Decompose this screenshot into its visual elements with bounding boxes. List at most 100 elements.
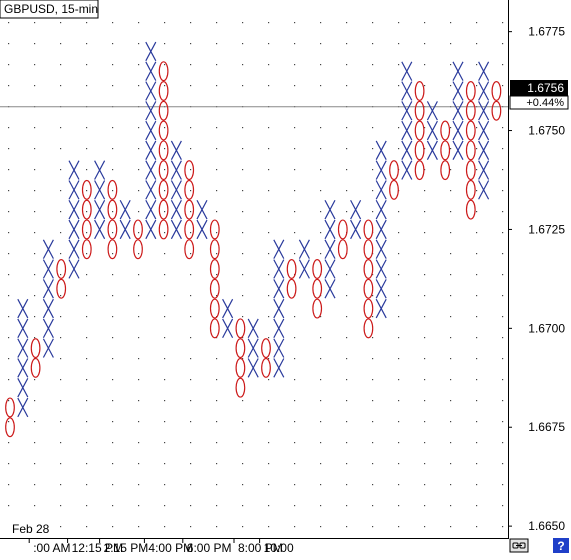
grid-dot (268, 379, 270, 381)
grid-dot (86, 484, 88, 486)
x-tick-label: 10:00 (264, 541, 294, 555)
grid-dot (372, 421, 374, 423)
grid-dot (8, 316, 10, 318)
grid-dot (138, 85, 140, 87)
grid-dot (320, 526, 322, 528)
grid-dot (164, 64, 166, 66)
grid-dot (320, 169, 322, 171)
grid-dot (164, 22, 166, 24)
grid-dot (138, 442, 140, 444)
grid-dot (86, 337, 88, 339)
grid-dot (138, 505, 140, 507)
grid-dot (450, 211, 452, 213)
grid-dot (450, 400, 452, 402)
grid-dot (320, 43, 322, 45)
grid-dot (372, 211, 374, 213)
grid-dot (502, 295, 504, 297)
grid-dot (398, 64, 400, 66)
grid-dot (60, 505, 62, 507)
grid-dot (476, 379, 478, 381)
grid-dot (450, 442, 452, 444)
grid-dot (476, 127, 478, 129)
grid-dot (268, 421, 270, 423)
last-price-change: +0.44% (526, 97, 564, 109)
grid-dot (112, 85, 114, 87)
grid-dot (190, 421, 192, 423)
grid-dot (424, 190, 426, 192)
grid-dot (450, 85, 452, 87)
grid-dot (34, 169, 36, 171)
grid-dot (372, 484, 374, 486)
grid-dot (398, 232, 400, 234)
grid-dot (112, 358, 114, 360)
link-icon[interactable] (509, 538, 529, 553)
grid-dot (164, 463, 166, 465)
grid-dot (424, 295, 426, 297)
grid-dot (372, 379, 374, 381)
grid-dot (320, 253, 322, 255)
grid-dot (320, 505, 322, 507)
grid-dot (450, 295, 452, 297)
grid-dot (60, 43, 62, 45)
grid-dot (216, 148, 218, 150)
grid-dot (398, 526, 400, 528)
grid-dot (502, 484, 504, 486)
grid-dot (502, 505, 504, 507)
grid-dot (216, 421, 218, 423)
grid-dot (8, 211, 10, 213)
grid-dot (476, 505, 478, 507)
grid-dot (320, 232, 322, 234)
help-icon[interactable]: ? (553, 538, 569, 553)
grid-dot (8, 127, 10, 129)
grid-dot (398, 148, 400, 150)
grid-dot (268, 64, 270, 66)
grid-dot (112, 190, 114, 192)
grid-dot (190, 85, 192, 87)
grid-dot (398, 400, 400, 402)
grid-dot (372, 169, 374, 171)
y-tick-label: 1.6700 (528, 321, 565, 335)
grid-dot (372, 85, 374, 87)
grid-dot (86, 358, 88, 360)
grid-dot (138, 190, 140, 192)
grid-dot (398, 211, 400, 213)
grid-dot (294, 169, 296, 171)
grid-dot (34, 316, 36, 318)
grid-dot (138, 379, 140, 381)
grid-dot (372, 442, 374, 444)
grid-dot (138, 232, 140, 234)
grid-dot (190, 22, 192, 24)
grid-dot (502, 232, 504, 234)
grid-dot (268, 505, 270, 507)
grid-dot (476, 463, 478, 465)
grid-dot (450, 169, 452, 171)
grid-dot (8, 358, 10, 360)
grid-dot (138, 253, 140, 255)
grid-dot (190, 64, 192, 66)
grid-dot (138, 463, 140, 465)
grid-dot (398, 421, 400, 423)
grid-dot (86, 400, 88, 402)
grid-dot (242, 64, 244, 66)
grid-dot (502, 148, 504, 150)
grid-dot (242, 526, 244, 528)
grid-dot (502, 526, 504, 528)
grid-dot (8, 379, 10, 381)
grid-dot (8, 295, 10, 297)
grid-dot (86, 379, 88, 381)
grid-dot (476, 211, 478, 213)
grid-dot (450, 190, 452, 192)
grid-dot (476, 358, 478, 360)
grid-dot (268, 463, 270, 465)
grid-dot (164, 442, 166, 444)
grid-dot (294, 316, 296, 318)
x-tick-label: 6:00 PM (187, 541, 232, 555)
grid-dot (372, 505, 374, 507)
grid-dot (398, 274, 400, 276)
grid-dot (424, 337, 426, 339)
grid-dot (190, 484, 192, 486)
grid-dot (372, 337, 374, 339)
y-tick-label: 1.6725 (528, 222, 565, 236)
grid-dot (424, 232, 426, 234)
grid-dot (346, 316, 348, 318)
